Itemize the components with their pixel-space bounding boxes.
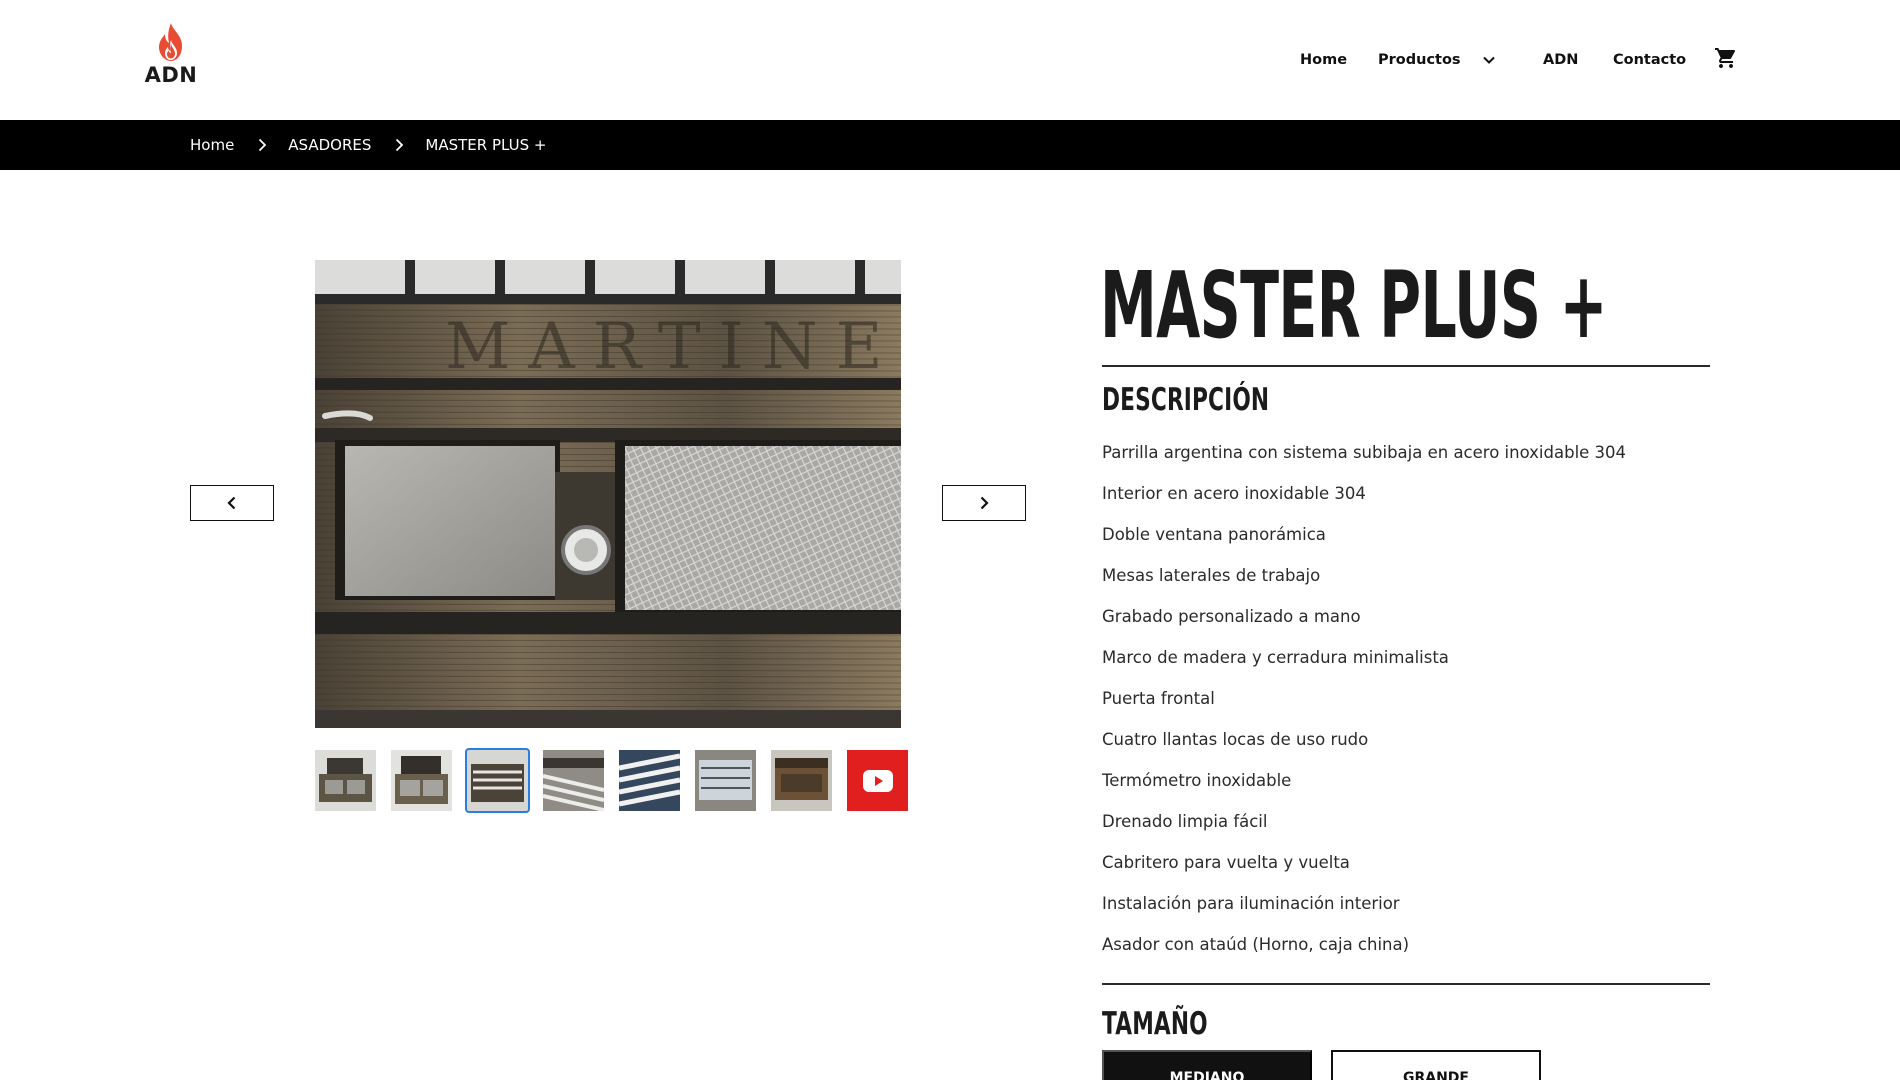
- feature-item: Termómetro inoxidable: [1102, 771, 1292, 790]
- feature-item: Mesas laterales de trabajo: [1102, 566, 1321, 585]
- size-heading: TAMAÑO: [1102, 1006, 1208, 1042]
- site-header: ADN Home Productos ADN Contacto: [0, 0, 1900, 120]
- grill-photo: MARTINEZ: [315, 260, 901, 728]
- grill-thumbnail-image: [315, 750, 376, 811]
- gallery-prev-button[interactable]: [190, 485, 274, 521]
- title-divider: [1102, 365, 1710, 367]
- breadcrumb: Home ASADORES MASTER PLUS +: [190, 120, 546, 170]
- feature-item: Asador con ataúd (Horno, caja china): [1102, 935, 1410, 954]
- gallery-thumbnail[interactable]: [391, 750, 452, 811]
- grill-thumbnail-image: [695, 750, 756, 811]
- flame-icon: [159, 23, 182, 61]
- gallery-next-button[interactable]: [942, 485, 1026, 521]
- grill-thumbnail-image: [619, 750, 680, 811]
- cart-icon: [1715, 48, 1736, 68]
- chevron-left-icon: [227, 496, 236, 510]
- description-divider: [1102, 983, 1710, 985]
- gallery-thumbnail-selected[interactable]: [465, 748, 530, 813]
- chevron-right-icon: [980, 496, 989, 510]
- size-option-mediano[interactable]: MEDIANO: [1102, 1050, 1312, 1080]
- feature-item: Marco de madera y cerradura minimalista: [1102, 648, 1449, 667]
- gallery-thumbnail[interactable]: [771, 750, 832, 811]
- grill-thumbnail-image: [543, 750, 604, 811]
- nav-adn-link[interactable]: ADN: [1543, 52, 1578, 68]
- brand-logo[interactable]: ADN: [140, 22, 202, 90]
- feature-item: Grabado personalizado a mano: [1102, 607, 1361, 626]
- breadcrumb-asadores[interactable]: ASADORES: [288, 136, 371, 154]
- grill-thumbnail-image: [467, 750, 528, 811]
- gallery-thumbnails: [315, 748, 908, 813]
- breadcrumb-home[interactable]: Home: [190, 136, 234, 154]
- cart-button[interactable]: [1714, 46, 1740, 72]
- gallery-thumbnail[interactable]: [315, 750, 376, 811]
- size-option-grande[interactable]: GRANDE: [1331, 1050, 1541, 1080]
- gallery-thumbnail[interactable]: [619, 750, 680, 811]
- breadcrumb-bar: Home ASADORES MASTER PLUS +: [0, 120, 1900, 170]
- nav-products-label: Productos: [1378, 52, 1461, 68]
- product-title: MASTER PLUS +: [1100, 252, 1607, 359]
- feature-item: Cuatro llantas locas de uso rudo: [1102, 730, 1369, 749]
- feature-item: Instalación para iluminación interior: [1102, 894, 1400, 913]
- feature-item: Doble ventana panorámica: [1102, 525, 1326, 544]
- svg-text:MARTINEZ: MARTINEZ: [445, 310, 901, 384]
- gallery-thumbnail[interactable]: [543, 750, 604, 811]
- youtube-play-icon: [862, 769, 893, 792]
- feature-list: Parrilla argentina con sistema subibaja …: [1102, 443, 1626, 976]
- nav-home-link[interactable]: Home: [1300, 52, 1347, 68]
- chevron-right-icon: [259, 138, 267, 152]
- breadcrumb-current: MASTER PLUS +: [425, 136, 547, 154]
- grill-thumbnail-image: [771, 750, 832, 811]
- brand-name: ADN: [144, 63, 198, 87]
- video-thumbnail[interactable]: [847, 750, 908, 811]
- feature-item: Drenado limpia fácil: [1102, 812, 1268, 831]
- grill-thumbnail-image: [391, 750, 452, 811]
- nav-products-dropdown[interactable]: Productos: [1378, 52, 1497, 68]
- feature-item: Cabritero para vuelta y vuelta: [1102, 853, 1350, 872]
- gallery-thumbnail[interactable]: [695, 750, 756, 811]
- feature-item: Interior en acero inoxidable 304: [1102, 484, 1366, 503]
- feature-item: Parrilla argentina con sistema subibaja …: [1102, 443, 1627, 462]
- chevron-right-icon: [396, 138, 404, 152]
- description-heading: DESCRIPCIÓN: [1102, 382, 1270, 418]
- nav-contact-link[interactable]: Contacto: [1613, 52, 1686, 68]
- feature-item: Puerta frontal: [1102, 689, 1215, 708]
- product-main-image[interactable]: MARTINEZ: [315, 260, 901, 728]
- chevron-down-icon: [1482, 56, 1495, 64]
